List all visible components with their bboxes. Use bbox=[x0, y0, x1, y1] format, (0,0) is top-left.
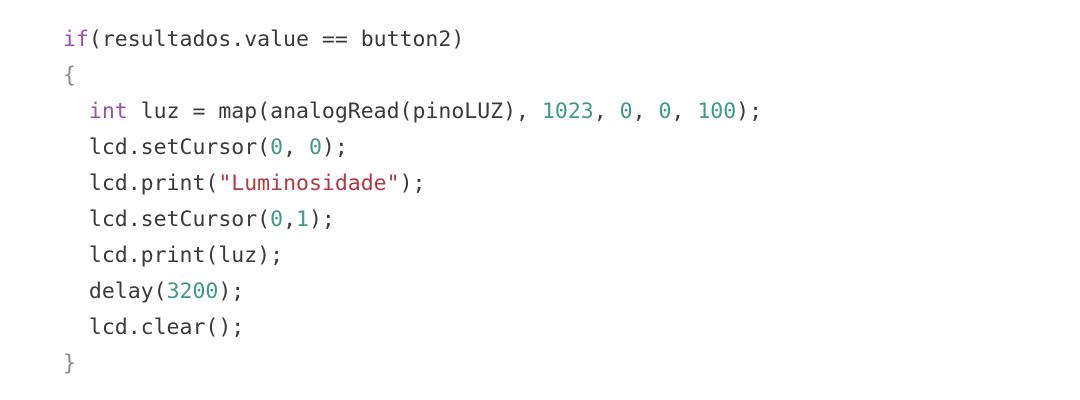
code-number: 1 bbox=[296, 207, 309, 232]
code-number: 0 bbox=[619, 99, 633, 124]
code-text: , bbox=[671, 99, 698, 124]
code-text: , bbox=[593, 99, 620, 124]
code-text: lcd.print(luz); bbox=[63, 243, 284, 268]
code-line: lcd.setCursor(0,1); bbox=[63, 202, 762, 238]
code-brace: } bbox=[63, 351, 76, 376]
code-block[interactable]: if(resultados.value == button2) { int luz… bbox=[63, 22, 762, 382]
code-line: lcd.print(luz); bbox=[63, 238, 762, 274]
code-number: 0 bbox=[658, 99, 672, 124]
code-keyword: int bbox=[88, 99, 128, 124]
code-line: } bbox=[63, 346, 762, 382]
code-text: , bbox=[283, 207, 297, 232]
code-number: 100 bbox=[697, 99, 737, 124]
code-text: (resultados.value == button2) bbox=[88, 27, 465, 52]
code-line: delay(3200); bbox=[63, 274, 762, 310]
code-text: ); bbox=[736, 99, 763, 124]
code-text: ); bbox=[399, 171, 426, 196]
code-text: ); bbox=[308, 207, 335, 232]
code-text: delay( bbox=[63, 279, 167, 304]
code-text: luz = map(analogRead(pinoLUZ), bbox=[127, 99, 542, 124]
code-text: ); bbox=[218, 279, 245, 304]
code-text: lcd.setCursor( bbox=[63, 135, 271, 160]
code-line: { bbox=[63, 58, 762, 94]
code-line: if(resultados.value == button2) bbox=[63, 22, 762, 58]
code-number: 0 bbox=[308, 135, 322, 160]
code-text: ); bbox=[321, 135, 348, 160]
code-text: lcd.setCursor( bbox=[63, 207, 271, 232]
code-text: lcd.print( bbox=[63, 171, 219, 196]
code-line: lcd.print("Luminosidade"); bbox=[63, 166, 762, 202]
code-line: lcd.clear(); bbox=[63, 310, 762, 346]
code-number: 1023 bbox=[541, 99, 594, 124]
code-text: , bbox=[632, 99, 659, 124]
code-number: 0 bbox=[270, 135, 284, 160]
code-keyword: if bbox=[63, 27, 89, 52]
code-number: 0 bbox=[270, 207, 284, 232]
code-brace: { bbox=[63, 63, 76, 88]
code-string: "Luminosidade" bbox=[218, 171, 400, 196]
code-line: int luz = map(analogRead(pinoLUZ), 1023,… bbox=[63, 94, 762, 130]
code-text: , bbox=[283, 135, 309, 160]
code-line: lcd.setCursor(0, 0); bbox=[63, 130, 762, 166]
code-number: 3200 bbox=[166, 279, 219, 304]
code-editor[interactable]: if(resultados.value == button2) { int luz… bbox=[0, 0, 1080, 400]
code-text: lcd.clear(); bbox=[63, 315, 245, 340]
